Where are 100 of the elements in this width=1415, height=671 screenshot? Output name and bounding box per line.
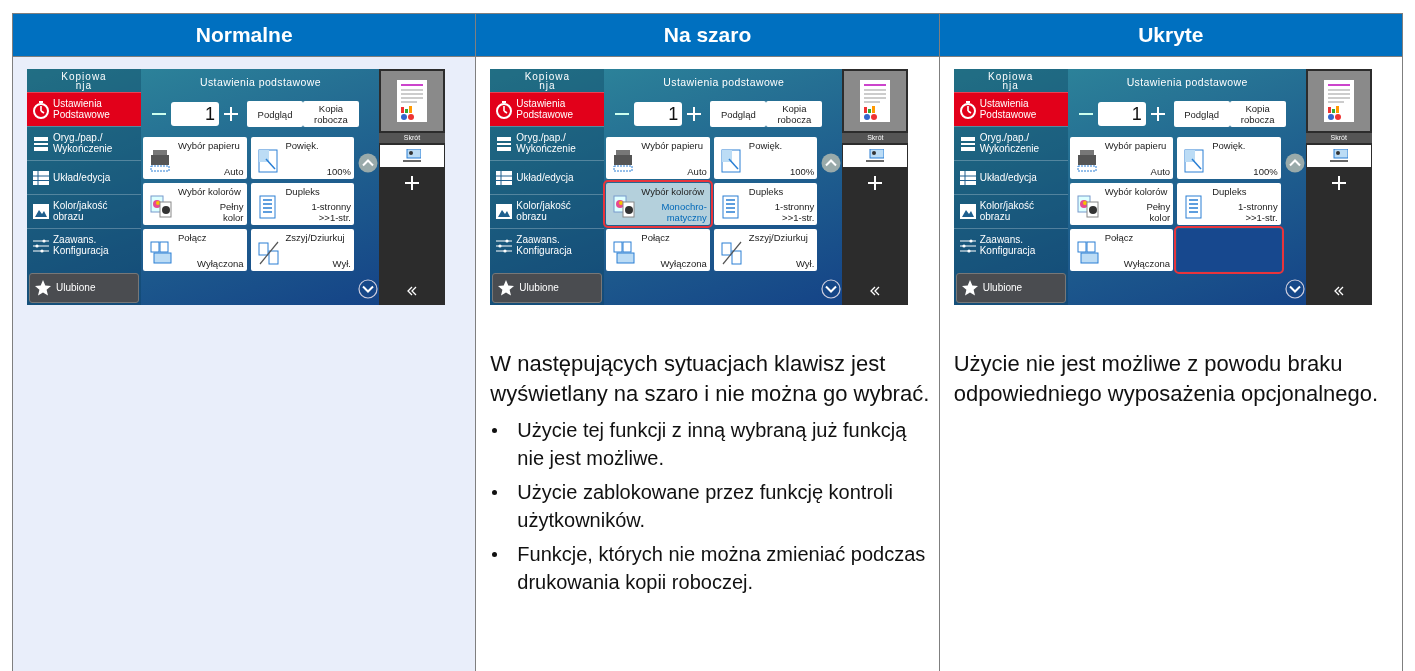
key-value: Auto bbox=[1150, 165, 1171, 177]
color-pages-icon bbox=[150, 194, 172, 219]
scroll-up-icon[interactable] bbox=[1284, 152, 1305, 173]
screen-title: Kopiowa nja bbox=[60, 69, 108, 92]
copies-field[interactable]: 1 bbox=[634, 102, 683, 126]
plus-icon[interactable] bbox=[1330, 174, 1347, 191]
double-chevron-left-icon[interactable] bbox=[869, 284, 882, 297]
favorites-button[interactable]: Ulubione bbox=[955, 272, 1066, 303]
key-value: 100% bbox=[790, 165, 815, 177]
screen-button[interactable]: Kopia robocza bbox=[766, 101, 823, 127]
function-key[interactable]: Połącz Wyłączona bbox=[143, 228, 247, 271]
favorites-button[interactable]: Ulubione bbox=[29, 272, 139, 303]
key-value: Wył. bbox=[332, 257, 351, 269]
menu-item[interactable]: Układ/edycja bbox=[953, 159, 1068, 194]
shortcut-button[interactable] bbox=[843, 144, 908, 167]
key-label: Połącz bbox=[1104, 230, 1134, 245]
screen-button[interactable]: Kopia robocza bbox=[1229, 101, 1286, 127]
double-chevron-left-icon[interactable] bbox=[406, 284, 418, 297]
menu-item[interactable]: Ustawienia Podstawowe bbox=[27, 91, 141, 126]
function-key[interactable]: Połącz Wyłączona bbox=[1069, 228, 1174, 271]
document-thumbnail[interactable] bbox=[844, 70, 907, 131]
menu-item[interactable]: Oryg./pap./ Wykończenie bbox=[27, 125, 141, 160]
combine-pages-icon bbox=[613, 240, 636, 265]
copies-field[interactable]: 1 bbox=[171, 102, 219, 126]
star-icon bbox=[960, 278, 979, 297]
function-key[interactable]: Powięk. 100% bbox=[250, 136, 354, 179]
key-value: Wyłączona bbox=[660, 257, 707, 269]
screen-button[interactable]: Podgląd bbox=[247, 101, 303, 127]
plus-icon[interactable] bbox=[404, 174, 420, 191]
key-label: Wybór kolorów bbox=[1104, 184, 1168, 199]
menu-item[interactable]: Zaawans. Konfiguracja bbox=[953, 227, 1068, 262]
menu-item[interactable]: Ustawienia Podstawowe bbox=[953, 91, 1068, 126]
key-value: Pełny kolor bbox=[1146, 200, 1171, 223]
screen-button[interactable]: Podgląd bbox=[1173, 101, 1230, 127]
picture-icon bbox=[958, 201, 977, 221]
key-label: Powięk. bbox=[285, 138, 319, 153]
screen-title: Kopiowa nja bbox=[523, 69, 571, 92]
scroll-down-icon[interactable] bbox=[1284, 278, 1305, 299]
screen-button[interactable]: Kopia robocza bbox=[303, 101, 359, 127]
menu-item[interactable]: Kolor/jakość obrazu bbox=[27, 193, 141, 228]
scroll-down-icon[interactable] bbox=[821, 278, 842, 299]
bullet-text: Użycie tej funkcji z inną wybraną już funkcją nie jest możliwe. bbox=[517, 418, 908, 472]
scroll-down-icon[interactable] bbox=[358, 278, 378, 299]
enlarge-page-icon bbox=[1184, 148, 1207, 173]
key-label: Powięk. bbox=[748, 138, 783, 153]
combine-pages-icon bbox=[1076, 240, 1099, 265]
function-key[interactable]: Powięk. 100% bbox=[1177, 136, 1281, 179]
function-key[interactable]: Dupleks 1-stronny >>1-str. bbox=[1177, 182, 1281, 225]
document-preview-drawing bbox=[860, 79, 891, 122]
stopwatch-icon bbox=[495, 99, 514, 119]
function-key[interactable]: Dupleks 1-stronny >>1-str. bbox=[250, 182, 354, 225]
key-label: Dupleks bbox=[1212, 184, 1247, 199]
bullet-icon bbox=[492, 552, 498, 558]
function-key[interactable]: Wybór papieru Auto bbox=[1069, 136, 1174, 179]
key-value: Wyłączona bbox=[197, 257, 244, 269]
menu-item[interactable]: Zaawans. Konfiguracja bbox=[490, 227, 605, 262]
menu-item[interactable]: Oryg./pap./ Wykończenie bbox=[953, 125, 1068, 160]
function-key[interactable]: Zszyj/Dziurkuj Wył. bbox=[250, 228, 354, 271]
key-value: 1-stronny >>1-str. bbox=[774, 200, 815, 223]
menu-item[interactable]: Układ/edycja bbox=[27, 159, 141, 194]
document-thumbnail[interactable] bbox=[1307, 70, 1370, 131]
copies-field[interactable]: 1 bbox=[1097, 102, 1146, 126]
document-thumbnail[interactable] bbox=[381, 70, 443, 131]
description-text: W następujących sytuacjach klawisz jest wyświetlany na szaro i nie można go wybrać. bbox=[490, 349, 931, 409]
menu-item[interactable]: Zaawans. Konfiguracja bbox=[27, 227, 141, 262]
color-pages-icon bbox=[613, 194, 636, 219]
function-key[interactable]: Wybór papieru Auto bbox=[143, 136, 247, 179]
favorites-button[interactable]: Ulubione bbox=[492, 272, 603, 303]
function-key[interactable]: Połącz Wyłączona bbox=[606, 228, 710, 271]
key-label: Dupleks bbox=[285, 184, 320, 199]
function-key[interactable]: Wybór kolorów Pełny kolor bbox=[1069, 182, 1174, 225]
key-value: 100% bbox=[1253, 165, 1278, 177]
staple-page-icon bbox=[257, 240, 280, 265]
function-key[interactable]: Wybór papieru Auto bbox=[606, 136, 710, 179]
screen-button[interactable]: Podgląd bbox=[710, 101, 767, 127]
color-pages-icon bbox=[1076, 194, 1099, 219]
menu-item[interactable]: Kolor/jakość obrazu bbox=[953, 193, 1068, 228]
printer-icon bbox=[613, 148, 636, 173]
key-label: Zszyj/Dziurkuj bbox=[748, 230, 808, 245]
shortcut-button[interactable] bbox=[380, 144, 444, 167]
scroll-up-icon[interactable] bbox=[821, 152, 842, 173]
function-key[interactable]: Powięk. 100% bbox=[713, 136, 818, 179]
plus-icon[interactable] bbox=[867, 174, 884, 191]
double-chevron-left-icon[interactable] bbox=[1332, 284, 1345, 297]
function-key[interactable]: Wybór kolorów Pełny kolor bbox=[143, 182, 247, 225]
menu-item[interactable]: Ustawienia Podstawowe bbox=[490, 91, 605, 126]
function-key[interactable]: Zszyj/Dziurkuj Wył. bbox=[713, 228, 818, 271]
menu-item[interactable]: Oryg./pap./ Wykończenie bbox=[490, 125, 605, 160]
function-key[interactable]: Dupleks 1-stronny >>1-str. bbox=[713, 182, 818, 225]
key-label: Wybór kolorów bbox=[178, 184, 241, 199]
key-value: Auto bbox=[223, 165, 244, 177]
enlarge-page-icon bbox=[720, 148, 743, 173]
menu-item[interactable]: Kolor/jakość obrazu bbox=[490, 193, 605, 228]
document-preview-drawing bbox=[397, 79, 427, 122]
scroll-up-icon[interactable] bbox=[358, 152, 378, 173]
shortcut-button[interactable] bbox=[1306, 144, 1371, 167]
stopwatch-icon bbox=[32, 99, 50, 119]
column-header: Ukryte bbox=[939, 14, 1402, 56]
column-header: Normalne bbox=[13, 14, 477, 56]
menu-item[interactable]: Układ/edycja bbox=[490, 159, 605, 194]
